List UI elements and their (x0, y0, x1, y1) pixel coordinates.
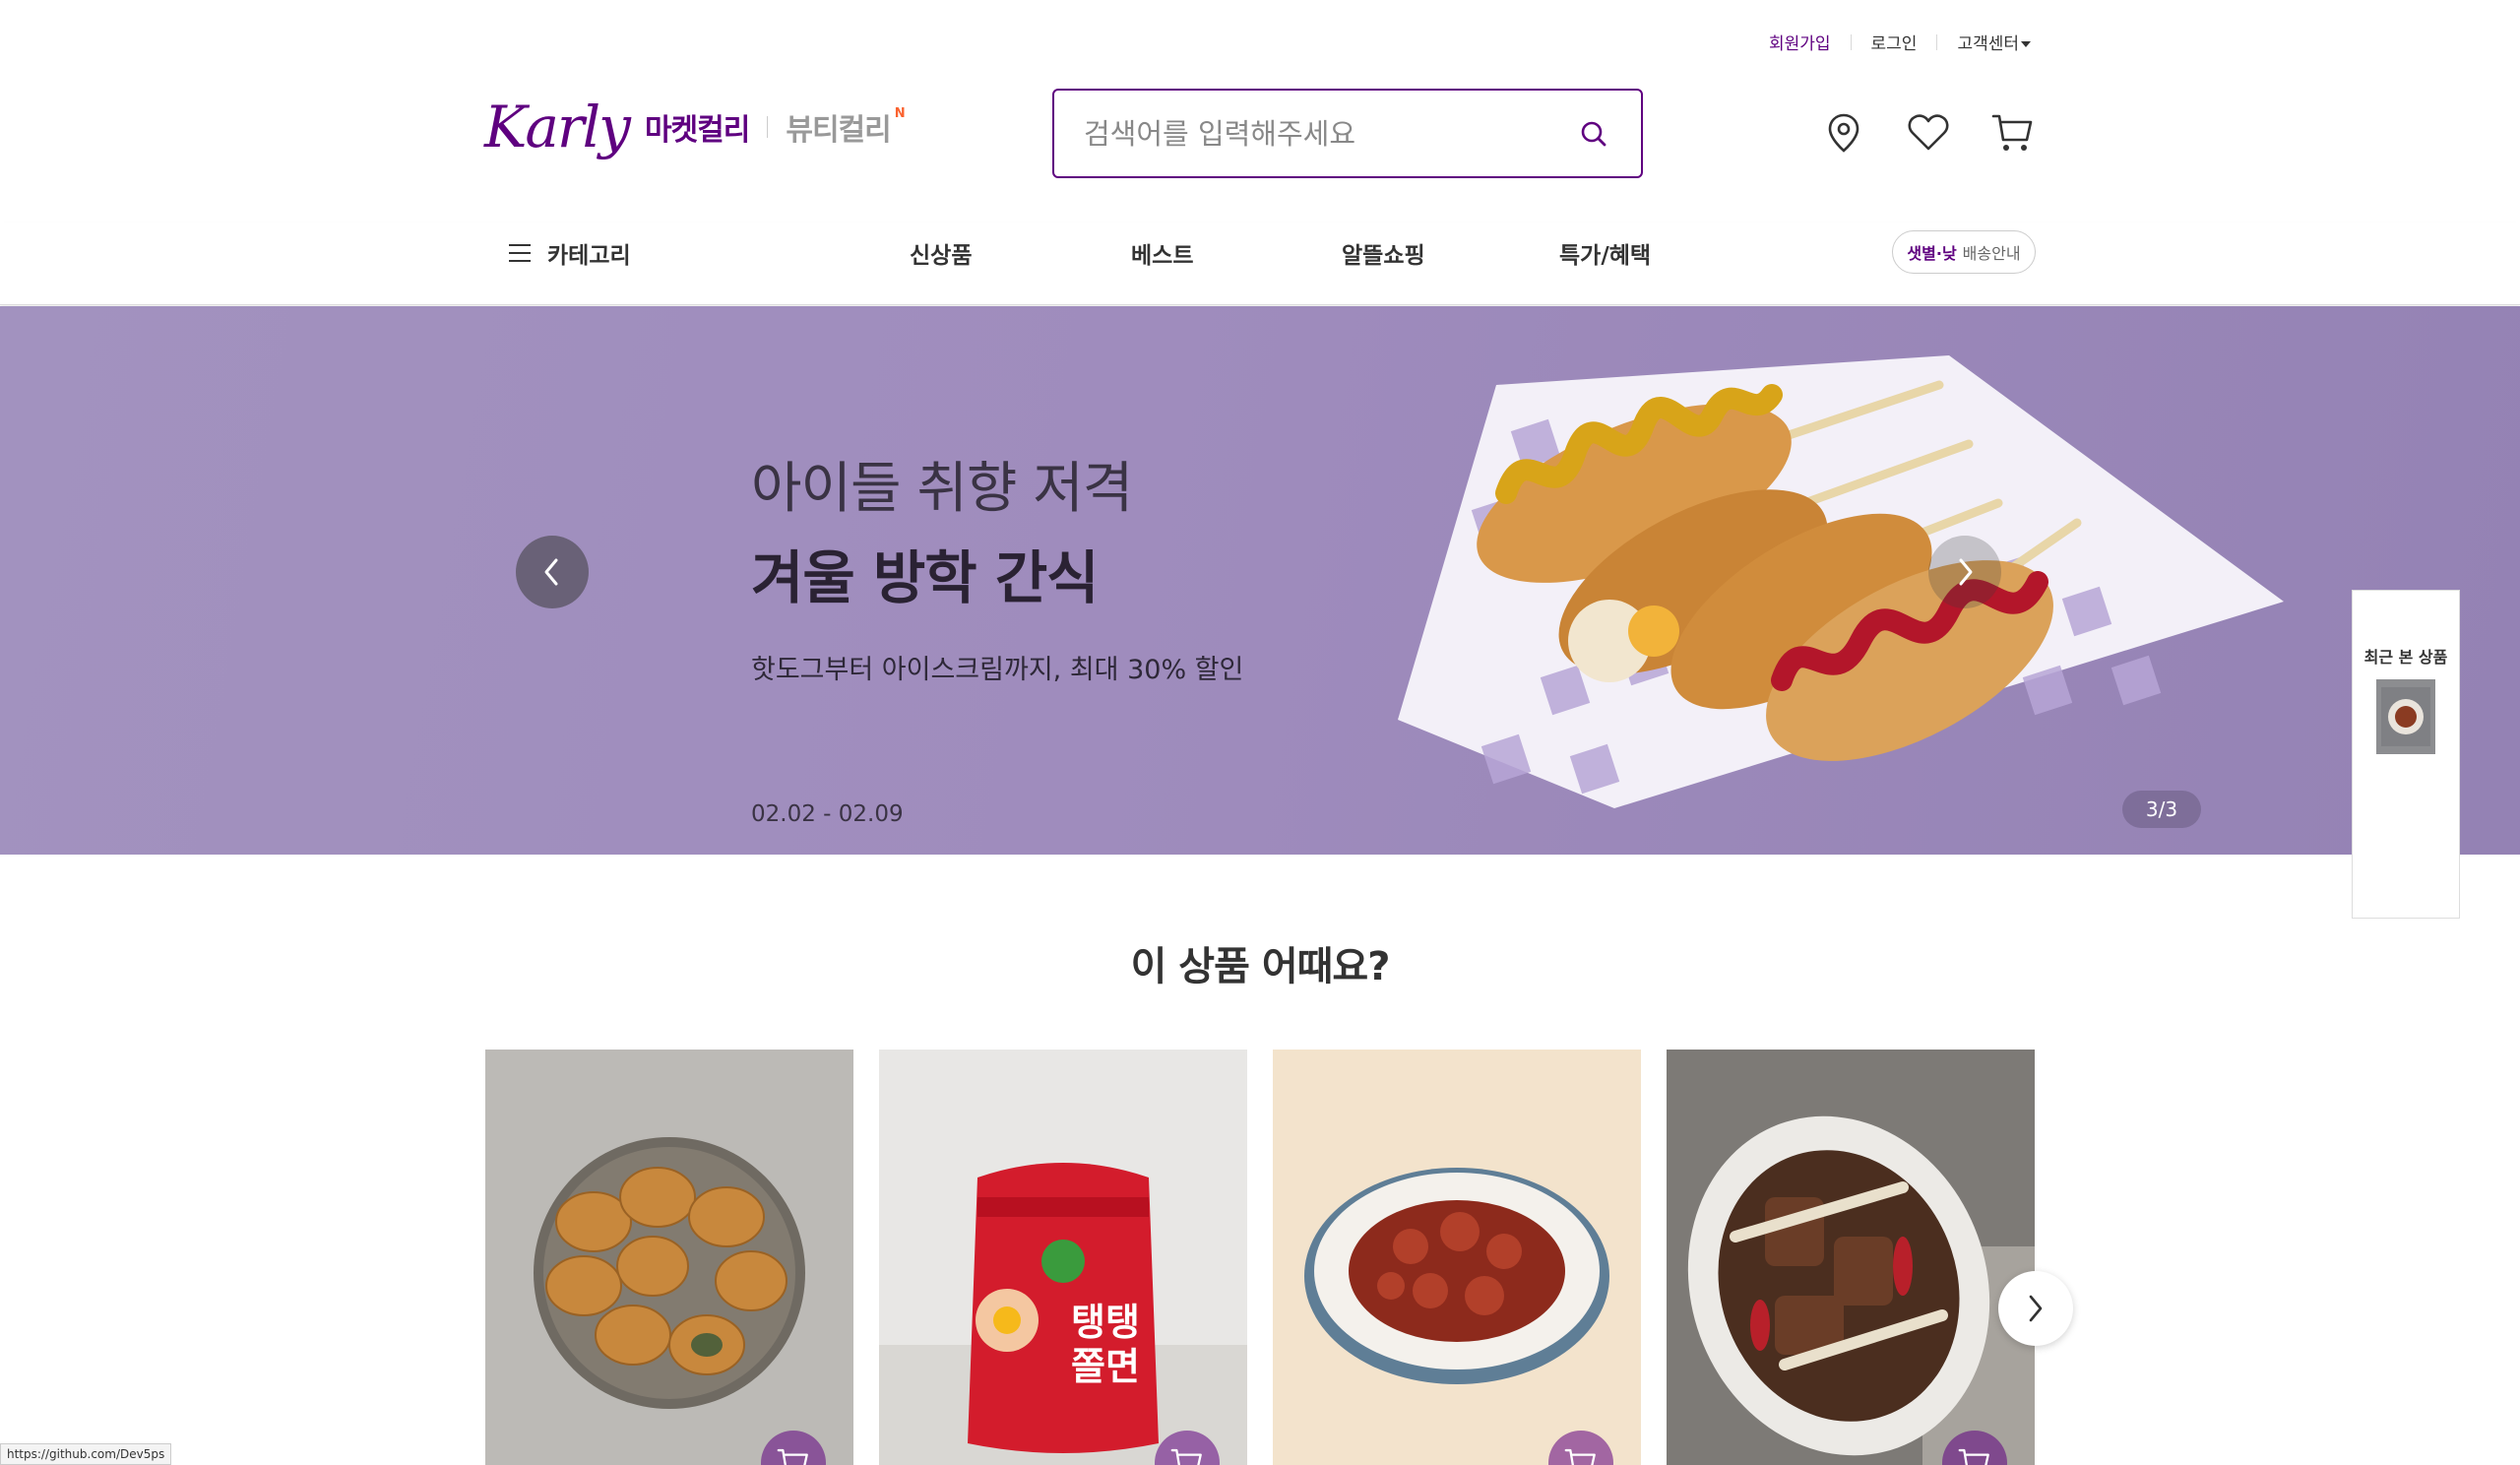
logo-area: Karly 마켓컬리 뷰티컬리 N (484, 98, 906, 156)
recent-viewed-panel: 최근 본 상품 (2352, 590, 2460, 919)
customer-center-label: 고객센터 (1957, 34, 2019, 54)
food-bowl-image (2381, 687, 2430, 746)
divider (1850, 33, 1852, 50)
utility-links: 회원가입 로그인 고객센터 (1769, 30, 2031, 54)
package-text-line2: 쫄면 (1071, 1345, 1140, 1388)
divider (1936, 33, 1938, 50)
product-card[interactable] (1273, 1050, 1641, 1465)
karly-logo[interactable]: Karly (484, 98, 631, 156)
product-image-short-ribs (1667, 1050, 2035, 1465)
recent-viewed-title: 최근 본 상품 (2363, 648, 2448, 667)
hamburger-icon (509, 244, 531, 262)
cart-icon (1170, 1448, 1202, 1465)
delivery-address-button[interactable] (1821, 110, 1866, 156)
product-carousel-next-button[interactable] (1998, 1271, 2073, 1346)
search-icon (1581, 121, 1606, 146)
nav-best[interactable]: 베스트 (1131, 236, 1193, 270)
cart-icon (1958, 1448, 1989, 1465)
banner-prev-button[interactable] (516, 536, 589, 608)
banner-counter: 3/3 (2122, 791, 2201, 828)
market-kurly-tab[interactable]: 마켓컬리 (645, 105, 750, 149)
delivery-highlight: 샛별·낮 (1907, 244, 1957, 263)
signup-link[interactable]: 회원가입 (1769, 30, 1831, 54)
caret-down-icon (2021, 41, 2031, 47)
cart-button[interactable] (1990, 110, 2036, 156)
banner-date-range: 02.02 - 02.09 (751, 801, 904, 827)
wishlist-button[interactable] (1906, 110, 1951, 156)
location-icon (1828, 113, 1859, 153)
chevron-right-icon (1959, 558, 1973, 586)
banner-subtitle: 아이들 취향 저격 (751, 457, 1133, 521)
beauty-kurly-tab[interactable]: 뷰티컬리 (786, 105, 891, 149)
nav-new-products[interactable]: 신상품 (910, 236, 972, 270)
product-card[interactable] (485, 1050, 853, 1465)
search-button[interactable] (1576, 116, 1611, 152)
category-label: 카테고리 (547, 243, 631, 269)
status-bar-url: https://github.com/Dev5ps (0, 1443, 172, 1465)
recent-viewed-thumbnail[interactable] (2376, 679, 2435, 754)
global-navigation: 카테고리 신상품 베스트 알뜰쇼핑 특가/혜택 샛별·낮 배송안내 (0, 223, 2520, 305)
chevron-right-icon (2029, 1295, 2043, 1322)
recommend-section-title: 이 상품 어때요? (1130, 944, 1391, 989)
search-box (1052, 89, 1643, 178)
product-card[interactable]: 탱탱 쫄면 (879, 1050, 1247, 1465)
search-input[interactable] (1084, 116, 1576, 151)
heart-icon (1908, 114, 1949, 151)
banner-title: 겨울 방학 간식 (751, 544, 1100, 611)
cart-icon (1564, 1448, 1596, 1465)
login-link[interactable]: 로그인 (1871, 30, 1918, 54)
product-card[interactable] (1667, 1050, 2035, 1465)
nav-bargain-shopping[interactable]: 알뜰쇼핑 (1342, 236, 1425, 270)
product-image-octopus (1273, 1050, 1641, 1465)
header-icons (1821, 110, 2036, 156)
banner-text: 아이들 취향 저격 겨울 방학 간식 핫도그부터 아이스크림까지, 최대 30%… (751, 444, 1243, 686)
package-text-line1: 탱탱 (1071, 1301, 1140, 1344)
divider (767, 116, 769, 138)
delivery-label: 배송안내 (1962, 244, 2021, 263)
chevron-left-icon (544, 558, 558, 586)
nav-special-deals[interactable]: 특가/혜택 (1559, 236, 1651, 270)
banner-description: 핫도그부터 아이스크림까지, 최대 30% 할인 (751, 655, 1244, 685)
banner-next-button[interactable] (1928, 536, 2001, 608)
category-menu-button[interactable]: 카테고리 (508, 236, 631, 270)
delivery-info-button[interactable]: 샛별·낮 배송안내 (1892, 230, 2036, 274)
main-banner[interactable]: 아이들 취향 저격 겨울 방학 간식 핫도그부터 아이스크림까지, 최대 30%… (0, 306, 2520, 855)
new-badge: N (894, 106, 906, 121)
product-image-dumplings (485, 1050, 853, 1465)
product-image-jjolmyeon: 탱탱 쫄면 (879, 1050, 1247, 1465)
customer-center-link[interactable]: 고객센터 (1957, 30, 2031, 54)
cart-icon (1991, 114, 2033, 151)
cart-icon (777, 1448, 808, 1465)
corn-dog-illustration (1398, 355, 2284, 808)
